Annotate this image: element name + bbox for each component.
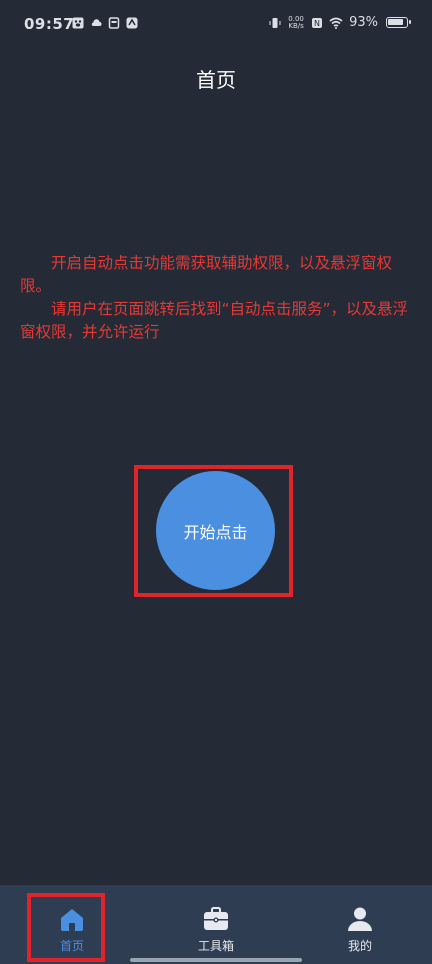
status-left-icons	[72, 17, 138, 29]
gesture-bar[interactable]	[130, 958, 302, 962]
toolbox-icon	[204, 907, 228, 930]
notice-line-1: 开启自动点击功能需获取辅助权限，以及悬浮窗权限。	[20, 254, 393, 295]
svg-text:N: N	[314, 19, 320, 28]
vibrate-icon	[269, 17, 281, 28]
baidu-icon	[72, 17, 84, 29]
status-bar: 09:57 0.00 KB/s N 93%	[0, 0, 432, 52]
notice-line-2: 请用户在页面跳转后找到“自动点击服务”，以及悬浮窗权限，并允许运行	[20, 300, 409, 341]
sync-icon	[126, 17, 138, 29]
nav-item-mine[interactable]: 我的	[288, 885, 432, 964]
net-speed: 0.00 KB/s	[287, 15, 305, 30]
start-click-button[interactable]: 开始点击	[156, 471, 275, 590]
nfc-icon: N	[312, 17, 323, 28]
start-click-button-label: 开始点击	[183, 522, 248, 542]
nav-label-toolbox: 工具箱	[197, 939, 234, 953]
bottom-nav: 首页 工具箱 我的	[0, 885, 432, 964]
battery-percent: 93%	[349, 15, 378, 30]
cloud-icon	[91, 19, 102, 26]
wifi-icon	[329, 17, 343, 29]
status-time: 09:57	[24, 15, 75, 33]
battery-icon	[386, 17, 411, 28]
home-icon	[61, 909, 83, 931]
sim-icon	[108, 17, 120, 29]
nav-label-home: 首页	[59, 939, 84, 953]
nav-label-mine: 我的	[347, 939, 372, 953]
permission-notice: 开启自动点击功能需获取辅助权限，以及悬浮窗权限。 请用户在页面跳转后找到“自动点…	[20, 252, 412, 344]
user-icon	[348, 907, 372, 931]
nav-item-toolbox[interactable]: 工具箱	[144, 885, 288, 964]
status-right: 0.00 KB/s N 93%	[269, 15, 411, 30]
nav-item-home[interactable]: 首页	[0, 885, 144, 964]
page-title: 首页	[196, 68, 236, 92]
net-speed-unit: KB/s	[288, 21, 304, 30]
